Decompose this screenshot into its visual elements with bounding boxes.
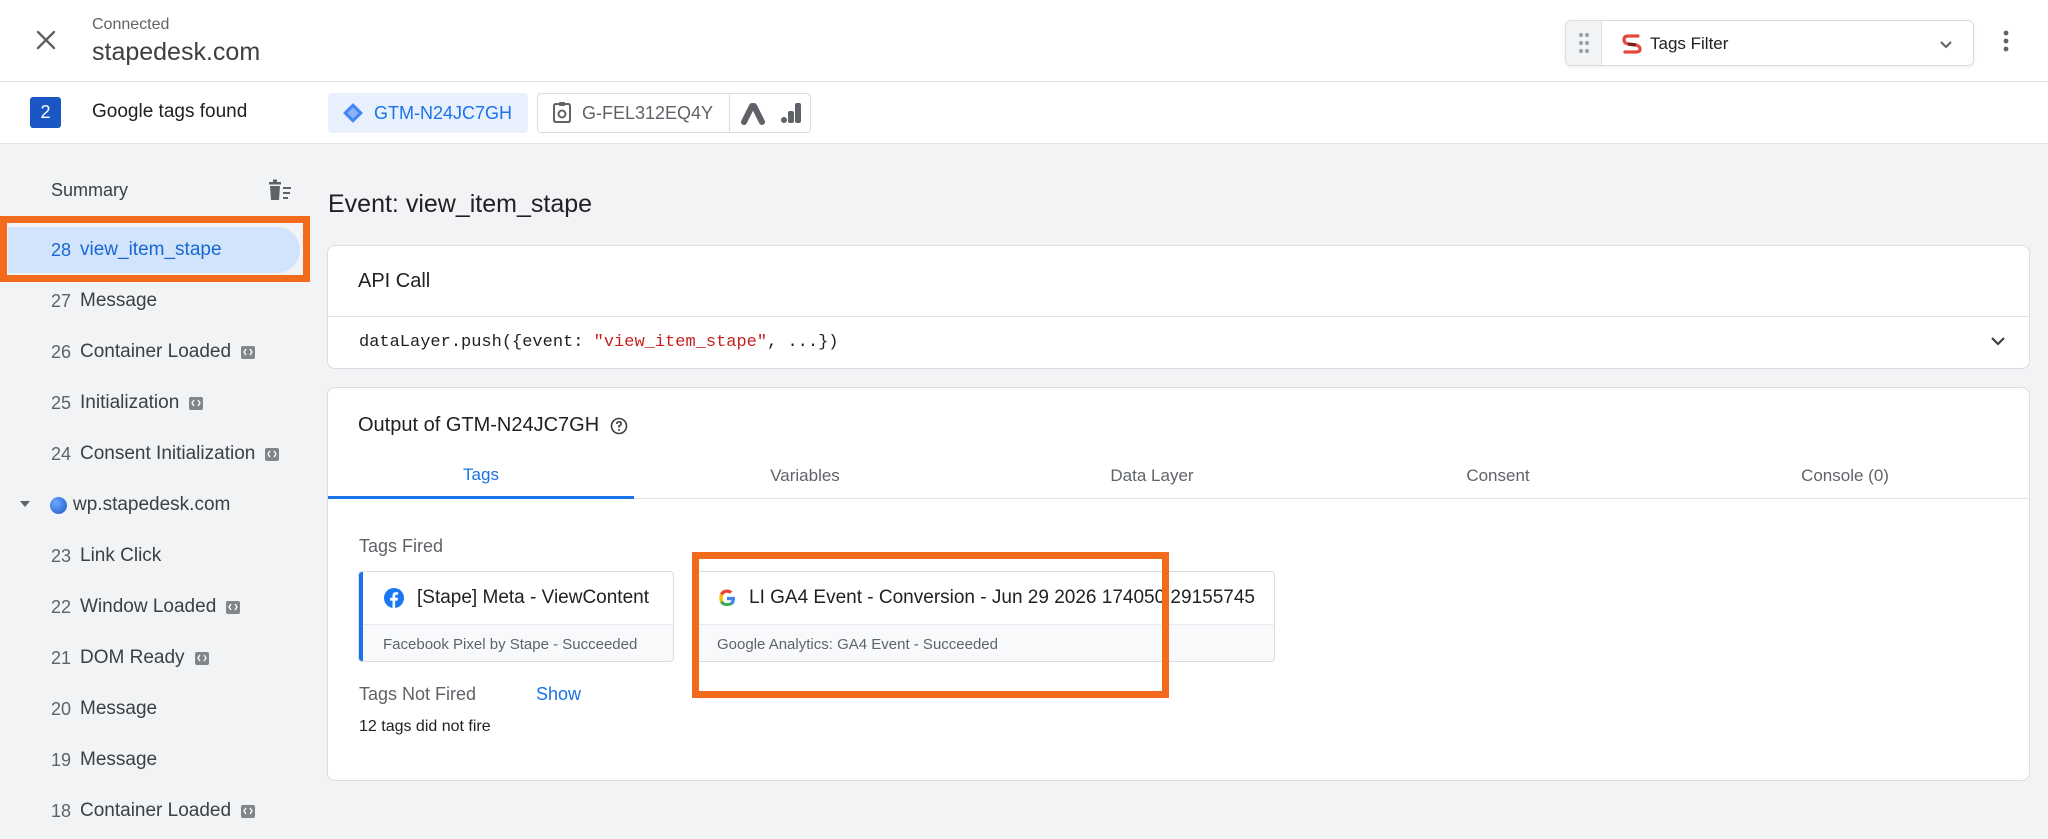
event-number: 24 (51, 443, 72, 464)
event-name: Message (80, 290, 158, 311)
event-name: view_item_stape (80, 239, 222, 260)
tab-console[interactable]: Console (0) (1692, 453, 1998, 499)
summary-row[interactable]: Summary (0, 172, 310, 212)
code-icon (226, 600, 241, 614)
output-tabs: Tags Variables Data Layer Consent Consol… (328, 453, 2029, 499)
top-bar: Connected stapedesk.com Tags Filter (0, 0, 2048, 82)
event-name: Consent Initialization (80, 443, 280, 465)
tab-variables[interactable]: Variables (652, 453, 958, 499)
show-not-fired-link[interactable]: Show (536, 684, 581, 705)
chip-divider (729, 93, 731, 133)
event-name: Message (80, 698, 158, 719)
sidebar-event-item[interactable]: 28 view_item_stape (8, 227, 300, 273)
code-icon (194, 651, 209, 665)
event-number: 20 (51, 698, 72, 719)
api-call-title: API Call (358, 270, 431, 292)
event-number: 28 (51, 239, 72, 260)
tags-fired-label: Tags Fired (359, 536, 444, 556)
chevron-down-icon[interactable] (1937, 35, 1955, 58)
page-group-name: wp.stapedesk.com (73, 494, 231, 515)
close-button[interactable] (28, 22, 64, 58)
more-options-icon[interactable] (1996, 26, 2016, 56)
tags-filter-label: Tags Filter (1650, 34, 1729, 53)
event-name: Window Loaded (80, 596, 241, 618)
output-title: Output of GTM-N24JC7GH (358, 414, 629, 437)
event-name: DOM Ready (80, 647, 209, 669)
stape-logo-icon (1622, 33, 1642, 60)
container-chip-ga4[interactable]: G-FEL312EQ4Y (537, 93, 811, 133)
sidebar-event-item[interactable]: 22 Window Loaded (0, 584, 310, 630)
container-chip-label: GTM-N24JC7GH (374, 102, 513, 123)
page-group-toggle[interactable]: wp.stapedesk.com (0, 482, 310, 528)
not-fired-count: 12 tags did not fire (359, 718, 491, 735)
event-name: Container Loaded (80, 341, 256, 363)
connected-domain: stapedesk.com (92, 38, 261, 66)
event-sidebar: Summary 28 view_item_stape 27 Message 26… (0, 144, 310, 839)
event-number: 23 (51, 545, 72, 566)
event-number: 18 (51, 800, 72, 821)
output-card: Output of GTM-N24JC7GH Tags Variables Da… (327, 387, 2030, 781)
event-number: 27 (51, 290, 72, 311)
code-icon (241, 345, 256, 359)
analytics-icon[interactable] (778, 100, 804, 126)
event-number: 19 (51, 749, 72, 770)
clear-events-icon[interactable] (266, 178, 294, 209)
google-ads-icon[interactable] (740, 100, 768, 126)
summary-label: Summary (51, 180, 129, 200)
gtm-icon (343, 103, 363, 123)
api-call-card: API Call dataLayer.push({event: "view_it… (327, 245, 2030, 369)
code-icon (189, 396, 204, 410)
tags-count-badge: 2 (30, 97, 61, 128)
divider (328, 316, 2029, 317)
tab-consent[interactable]: Consent (1345, 453, 1651, 499)
main-panel: Event: view_item_stape API Call dataLaye… (310, 144, 2048, 839)
event-number: 22 (51, 596, 72, 617)
sidebar-event-item[interactable]: 26 Container Loaded (0, 329, 310, 375)
event-number: 21 (51, 647, 72, 668)
sidebar-event-item[interactable]: 21 DOM Ready (0, 635, 310, 681)
help-icon[interactable] (609, 416, 629, 436)
google-tag-icon (553, 102, 571, 123)
event-number: 26 (51, 341, 72, 362)
connection-status: Connected (92, 16, 170, 33)
event-name: Message (80, 749, 158, 770)
event-name: Link Click (80, 545, 162, 566)
container-chip-gtm[interactable]: GTM-N24JC7GH (328, 93, 528, 133)
tab-data-layer[interactable]: Data Layer (999, 453, 1305, 499)
page-globe-icon (50, 496, 67, 514)
event-number: 25 (51, 392, 72, 413)
code-icon (265, 447, 280, 461)
tag-status: Google Analytics: GA4 Event - Succeeded (697, 624, 1274, 661)
tag-status: Facebook Pixel by Stape - Succeeded (363, 624, 673, 661)
tag-name: LI GA4 Event - Conversion - Jun 29 2026 … (697, 572, 1274, 624)
tags-filter-dropdown[interactable]: Tags Filter (1565, 20, 1974, 66)
facebook-icon (384, 588, 404, 608)
sidebar-event-item[interactable]: 20 Message (0, 686, 310, 732)
container-chip-label: G-FEL312EQ4Y (582, 102, 714, 123)
tag-bar: 2 Google tags found GTM-N24JC7GH G-FEL31… (0, 82, 2048, 144)
sidebar-event-item[interactable]: 24 Consent Initialization (0, 431, 310, 477)
sidebar-event-item[interactable]: 18 Container Loaded (0, 788, 310, 834)
close-icon[interactable] (35, 29, 57, 51)
tags-not-fired-label: Tags Not Fired (359, 684, 477, 704)
tags-found-label: Google tags found (92, 101, 248, 122)
api-call-code: dataLayer.push({event: "view_item_stape"… (359, 333, 839, 352)
sidebar-event-item[interactable]: 19 Message (0, 737, 310, 783)
event-name: Initialization (80, 392, 204, 414)
event-title: Event: view_item_stape (328, 190, 593, 218)
sidebar-event-item[interactable]: 25 Initialization (0, 380, 310, 426)
code-icon (241, 804, 256, 818)
tag-name: [Stape] Meta - ViewContent (363, 572, 673, 624)
sidebar-event-item[interactable]: 27 Message (0, 278, 310, 324)
drag-handle-icon[interactable] (1566, 21, 1602, 65)
google-icon (719, 589, 735, 606)
sidebar-event-item[interactable]: 23 Link Click (0, 533, 310, 579)
fired-tag-card[interactable]: [Stape] Meta - ViewContent Facebook Pixe… (358, 571, 674, 662)
fired-tag-card[interactable]: LI GA4 Event - Conversion - Jun 29 2026 … (692, 571, 1275, 662)
tab-tags[interactable]: Tags (328, 453, 634, 499)
event-name: Container Loaded (80, 800, 256, 822)
caret-down-icon[interactable] (18, 496, 32, 514)
expand-chevron-icon[interactable] (1987, 330, 2009, 357)
